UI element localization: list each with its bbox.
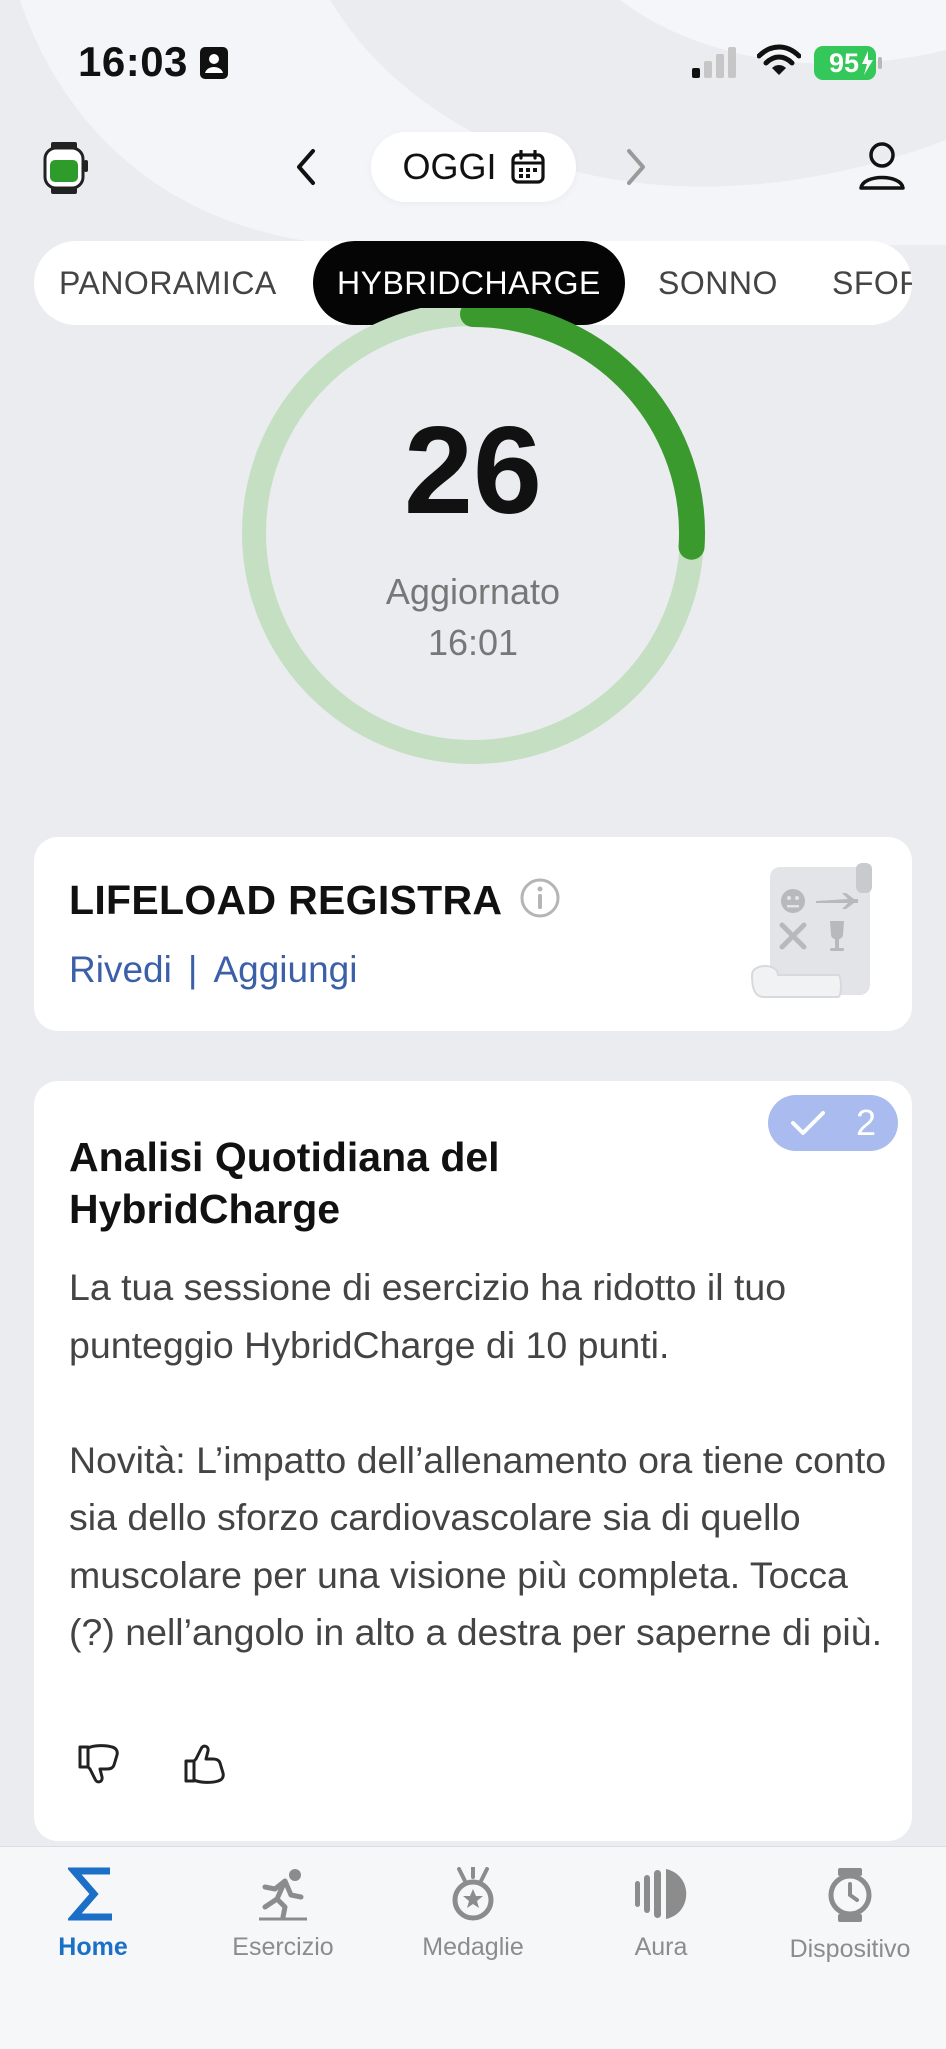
medal-icon	[452, 1867, 494, 1921]
nav-esercizio[interactable]: Esercizio	[193, 1867, 373, 1962]
scroll-illustration	[750, 863, 872, 998]
lifeload-card: LIFELOAD REGISTRA Rivedi | Aggiungi	[34, 837, 912, 1031]
analysis-body: La tua sessione di esercizio ha ridotto …	[69, 1259, 889, 1662]
bottom-navigation: Home Esercizio Medaglie Aura Dispositivo	[0, 1846, 946, 2049]
link-separator: |	[187, 949, 198, 990]
nav-medaglie[interactable]: Medaglie	[383, 1867, 563, 1962]
chevron-left-icon[interactable]	[293, 145, 319, 189]
lifeload-links: Rivedi | Aggiungi	[69, 949, 357, 991]
nav-label: Dispositivo	[789, 1935, 911, 1963]
status-bar: 16:03 95	[0, 0, 946, 120]
analysis-paragraph: La tua sessione di esercizio ha ridotto …	[69, 1266, 787, 1366]
sigma-icon	[68, 1867, 112, 1921]
cellular-signal-icon	[692, 47, 736, 78]
analysis-title: Analisi Quotidiana del HybridCharge	[69, 1134, 500, 1232]
badge-count: 2	[855, 1102, 877, 1143]
daily-analysis-card: 2 Analisi Quotidiana del HybridCharge La…	[34, 1081, 912, 1841]
watch-icon[interactable]	[40, 140, 90, 196]
lifeload-title: LIFELOAD REGISTRA	[69, 877, 503, 923]
nav-dispositivo[interactable]: Dispositivo	[760, 1867, 940, 1964]
date-selector[interactable]: OGGI	[371, 132, 576, 202]
updated-label: Aggiornato	[385, 571, 561, 612]
hybridcharge-score: 26	[404, 402, 542, 540]
watch-device-icon	[828, 1868, 872, 1922]
thumbs-down-icon[interactable]	[76, 1741, 122, 1787]
chevron-right-icon[interactable]	[623, 145, 649, 189]
thumbs-up-icon[interactable]	[182, 1741, 228, 1787]
id-card-icon	[200, 47, 228, 79]
add-link[interactable]: Aggiungi	[213, 949, 357, 990]
review-link[interactable]: Rivedi	[69, 949, 172, 990]
nav-home[interactable]: Home	[3, 1867, 183, 1962]
runner-icon	[259, 1869, 307, 1921]
read-count-badge[interactable]: 2	[768, 1095, 898, 1151]
analysis-paragraph: Novità: L’impatto dell’allenamento ora t…	[69, 1438, 887, 1654]
tab-sforzo[interactable]: SFOR	[832, 241, 912, 325]
updated-info: Aggiornato 16:01	[0, 566, 946, 668]
nav-aura[interactable]: Aura	[571, 1867, 751, 1962]
date-label: OGGI	[402, 146, 497, 187]
profile-icon[interactable]	[857, 140, 907, 192]
check-icon	[790, 1111, 825, 1135]
updated-time: 16:01	[427, 622, 519, 663]
info-icon[interactable]	[519, 877, 561, 919]
calendar-icon	[510, 150, 545, 184]
nav-label: Aura	[634, 1933, 688, 1961]
nav-label: Home	[58, 1933, 128, 1961]
nav-label: Esercizio	[232, 1933, 334, 1961]
nav-label: Medaglie	[422, 1933, 524, 1961]
status-time: 16:03	[78, 38, 188, 85]
wifi-icon	[757, 44, 801, 75]
aura-icon	[635, 1869, 687, 1919]
battery-percentage: 95	[828, 48, 860, 78]
